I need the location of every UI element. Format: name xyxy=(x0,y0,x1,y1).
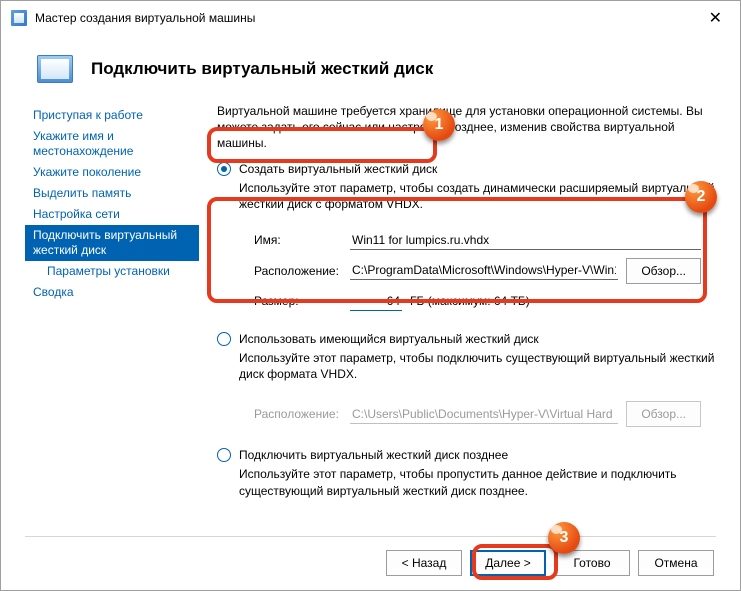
size-unit: ГБ (максимум: 64 ТБ) xyxy=(410,294,530,308)
radio-attach-later-label: Подключить виртуальный жесткий диск позд… xyxy=(239,448,508,462)
window-title: Мастер создания виртуальной машины xyxy=(35,11,255,25)
size-input[interactable] xyxy=(350,292,402,311)
back-button[interactable]: < Назад xyxy=(386,550,462,576)
next-button[interactable]: Далее > xyxy=(470,550,546,576)
loc2-input xyxy=(350,405,618,424)
close-icon[interactable]: ✕ xyxy=(701,4,730,32)
browse2-button: Обзор... xyxy=(626,401,701,427)
radio-use-existing-label: Использовать имеющийся виртуальный жестк… xyxy=(239,332,539,346)
opt1-desc: Используйте этот параметр, чтобы создать… xyxy=(239,180,716,212)
page-header: Подключить виртуальный жесткий диск xyxy=(1,35,740,97)
opt2-desc: Используйте этот параметр, чтобы подключ… xyxy=(239,350,716,382)
wizard-window: Мастер создания виртуальной машины ✕ Под… xyxy=(0,0,741,591)
opt1-panel: Имя: Расположение: Обзор... Размер: ГБ (… xyxy=(239,220,716,324)
header-icon xyxy=(37,55,73,83)
finish-button[interactable]: Готово xyxy=(554,550,630,576)
sidebar-item-install-options[interactable]: Параметры установки xyxy=(25,261,199,282)
wizard-sidebar: Приступая к работе Укажите имя и местона… xyxy=(25,97,199,524)
wizard-footer: < Назад Далее > Готово Отмена 3 xyxy=(1,536,740,590)
cancel-button[interactable]: Отмена xyxy=(638,550,714,576)
page-title: Подключить виртуальный жесткий диск xyxy=(91,59,433,79)
loc-label: Расположение: xyxy=(254,264,342,278)
sidebar-item-intro[interactable]: Приступая к работе xyxy=(25,105,199,126)
name-label: Имя: xyxy=(254,233,342,247)
sidebar-item-name[interactable]: Укажите имя и местонахождение xyxy=(25,126,199,162)
radio-use-existing[interactable] xyxy=(217,332,231,346)
name-input[interactable] xyxy=(350,231,701,250)
sidebar-item-network[interactable]: Настройка сети xyxy=(25,204,199,225)
opt3-desc: Используйте этот параметр, чтобы пропуст… xyxy=(239,466,716,498)
browse-button[interactable]: Обзор... xyxy=(626,258,701,284)
loc2-label: Расположение: xyxy=(254,407,342,421)
size-label: Размер: xyxy=(254,294,342,308)
app-icon xyxy=(11,10,27,26)
radio-attach-later[interactable] xyxy=(217,448,231,462)
sidebar-item-memory[interactable]: Выделить память xyxy=(25,183,199,204)
sidebar-item-generation[interactable]: Укажите поколение xyxy=(25,162,199,183)
intro-text: Виртуальной машине требуется хранилище д… xyxy=(217,103,716,152)
titlebar: Мастер создания виртуальной машины ✕ xyxy=(1,1,740,35)
sidebar-item-vhd[interactable]: Подключить виртуальный жесткий диск xyxy=(25,225,199,261)
opt2-panel: Расположение: Обзор... xyxy=(239,390,716,440)
radio-create-vhd-label: Создать виртуальный жесткий диск xyxy=(239,162,437,176)
radio-create-vhd[interactable] xyxy=(217,162,231,176)
sidebar-item-summary[interactable]: Сводка xyxy=(25,282,199,303)
loc-input[interactable] xyxy=(350,261,618,280)
wizard-content: Виртуальной машине требуется хранилище д… xyxy=(217,97,716,524)
